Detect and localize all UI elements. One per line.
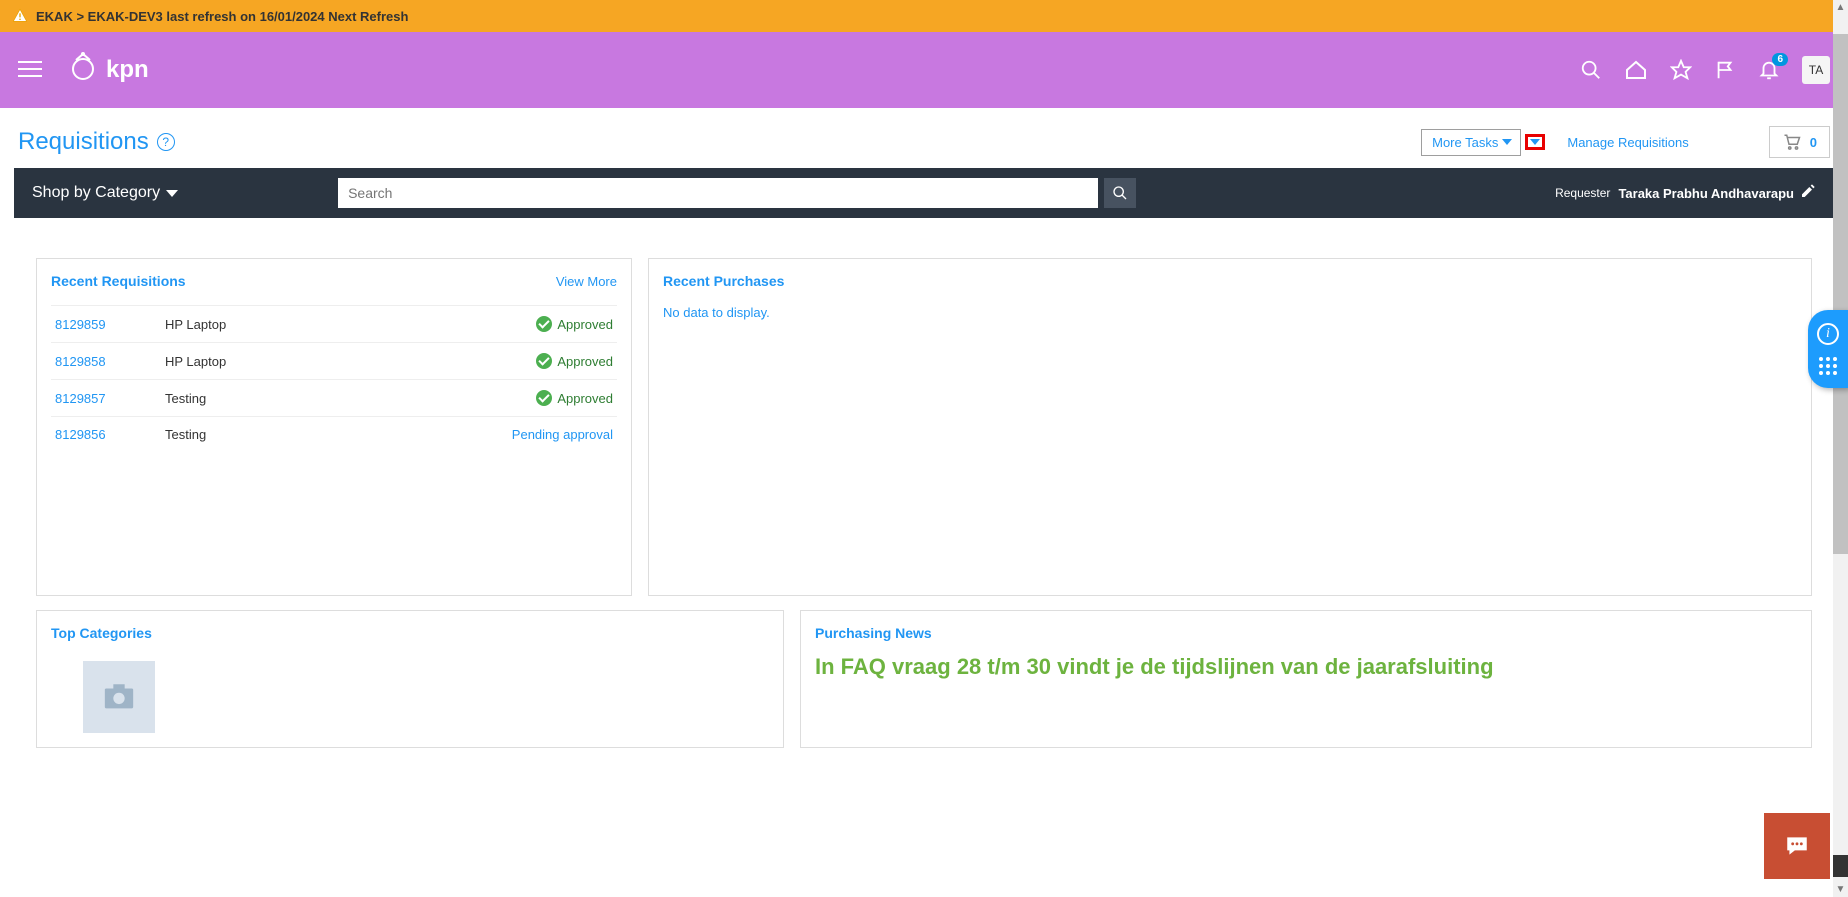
- info-icon: i: [1817, 323, 1839, 345]
- requisition-description: Testing: [161, 417, 338, 453]
- more-tasks-dropdown[interactable]: More Tasks: [1421, 129, 1521, 156]
- chat-button[interactable]: [1764, 813, 1830, 879]
- notification-badge: 6: [1772, 53, 1788, 66]
- requisition-id-link[interactable]: 8129856: [51, 417, 161, 453]
- card-title: Purchasing News: [815, 625, 932, 641]
- help-icon[interactable]: ?: [157, 133, 175, 151]
- page-title-row: Requisitions ? More Tasks Manage Requisi…: [0, 108, 1848, 168]
- requisition-id-link[interactable]: 8129858: [51, 343, 161, 380]
- search-button[interactable]: [1104, 178, 1136, 208]
- main-content: Recent Requisitions View More 8129859HP …: [0, 218, 1848, 782]
- hamburger-menu-icon[interactable]: [18, 61, 42, 79]
- top-categories-card: Top Categories: [36, 610, 784, 748]
- vertical-scrollbar[interactable]: ▲ ▼: [1833, 0, 1848, 897]
- brand-name: kpn: [106, 56, 149, 84]
- warning-icon: [12, 8, 28, 24]
- highlight-box: [1525, 134, 1545, 150]
- requisition-id-link[interactable]: 8129857: [51, 380, 161, 417]
- search-icon[interactable]: [1580, 59, 1602, 81]
- requisition-status: Approved: [338, 380, 617, 417]
- manage-requisitions-link[interactable]: Manage Requisitions: [1567, 135, 1688, 150]
- environment-warning-text[interactable]: EKAK > EKAK-DEV3 last refresh on 16/01/2…: [36, 9, 408, 24]
- search-icon: [1112, 185, 1128, 201]
- requisition-status: Approved: [338, 343, 617, 380]
- more-tasks-label: More Tasks: [1432, 135, 1498, 150]
- pending-approval-link[interactable]: Pending approval: [512, 427, 613, 442]
- keypad-icon: [1819, 357, 1837, 375]
- shop-by-category-dropdown[interactable]: Shop by Category: [32, 184, 178, 202]
- requisition-id-link[interactable]: 8129859: [51, 306, 161, 343]
- environment-warning-bar: EKAK > EKAK-DEV3 last refresh on 16/01/2…: [0, 0, 1848, 32]
- news-headline: In FAQ vraag 28 t/m 30 vindt je de tijds…: [815, 643, 1797, 692]
- page-title-text: Requisitions: [18, 128, 149, 156]
- chat-icon: [1782, 833, 1812, 859]
- search-input[interactable]: [338, 178, 1098, 208]
- recent-requisitions-card: Recent Requisitions View More 8129859HP …: [36, 258, 632, 596]
- scroll-up-arrow[interactable]: ▲: [1833, 0, 1848, 15]
- cart-button[interactable]: 0: [1769, 126, 1830, 158]
- recent-purchases-card: Recent Purchases No data to display.: [648, 258, 1812, 596]
- help-widget[interactable]: i: [1808, 310, 1848, 388]
- card-title: Recent Requisitions: [51, 273, 186, 289]
- table-row: 8129859HP LaptopApproved: [51, 306, 617, 343]
- requisition-description: HP Laptop: [161, 343, 338, 380]
- table-row: 8129858HP LaptopApproved: [51, 343, 617, 380]
- check-circle-icon: [536, 316, 552, 332]
- cart-icon: [1782, 133, 1802, 151]
- brand-logo[interactable]: kpn: [66, 52, 149, 89]
- flag-icon[interactable]: [1714, 59, 1736, 81]
- check-circle-icon: [536, 353, 552, 369]
- cart-count: 0: [1810, 135, 1817, 150]
- scrollbar-thumb[interactable]: [1833, 34, 1848, 554]
- user-avatar[interactable]: TA: [1802, 56, 1830, 84]
- shop-bar: Shop by Category Requester Taraka Prabhu…: [14, 168, 1834, 218]
- bell-icon[interactable]: 6: [1758, 59, 1780, 81]
- chevron-down-icon: [166, 190, 178, 197]
- requester-name: Taraka Prabhu Andhavarapu: [1618, 186, 1794, 201]
- card-title: Top Categories: [51, 625, 152, 641]
- no-data-message: No data to display.: [663, 305, 1797, 320]
- requisition-status: Approved: [338, 306, 617, 343]
- card-title: Recent Purchases: [663, 273, 784, 289]
- scrollbar-bottom-thumb[interactable]: [1833, 855, 1848, 877]
- page-title: Requisitions ?: [18, 128, 175, 156]
- home-icon[interactable]: [1624, 58, 1648, 82]
- requisitions-table: 8129859HP LaptopApproved8129858HP Laptop…: [51, 305, 617, 452]
- requester-label: Requester: [1555, 186, 1610, 200]
- scroll-down-arrow[interactable]: ▼: [1833, 882, 1848, 897]
- category-placeholder-image[interactable]: [83, 661, 155, 733]
- table-row: 8129857TestingApproved: [51, 380, 617, 417]
- requisition-description: Testing: [161, 380, 338, 417]
- check-circle-icon: [536, 390, 552, 406]
- star-icon[interactable]: [1670, 59, 1692, 81]
- edit-requester-icon[interactable]: [1800, 183, 1816, 204]
- chevron-down-icon[interactable]: [1530, 139, 1540, 145]
- global-header: kpn 6 TA: [0, 32, 1848, 108]
- crown-icon: [66, 52, 100, 89]
- camera-icon: [99, 680, 139, 714]
- requisition-description: HP Laptop: [161, 306, 338, 343]
- requisition-status: Pending approval: [338, 417, 617, 453]
- purchasing-news-card: Purchasing News In FAQ vraag 28 t/m 30 v…: [800, 610, 1812, 748]
- chevron-down-icon: [1502, 139, 1512, 145]
- view-more-link[interactable]: View More: [556, 274, 617, 289]
- table-row: 8129856Testing Pending approval: [51, 417, 617, 453]
- shop-by-category-label: Shop by Category: [32, 184, 160, 202]
